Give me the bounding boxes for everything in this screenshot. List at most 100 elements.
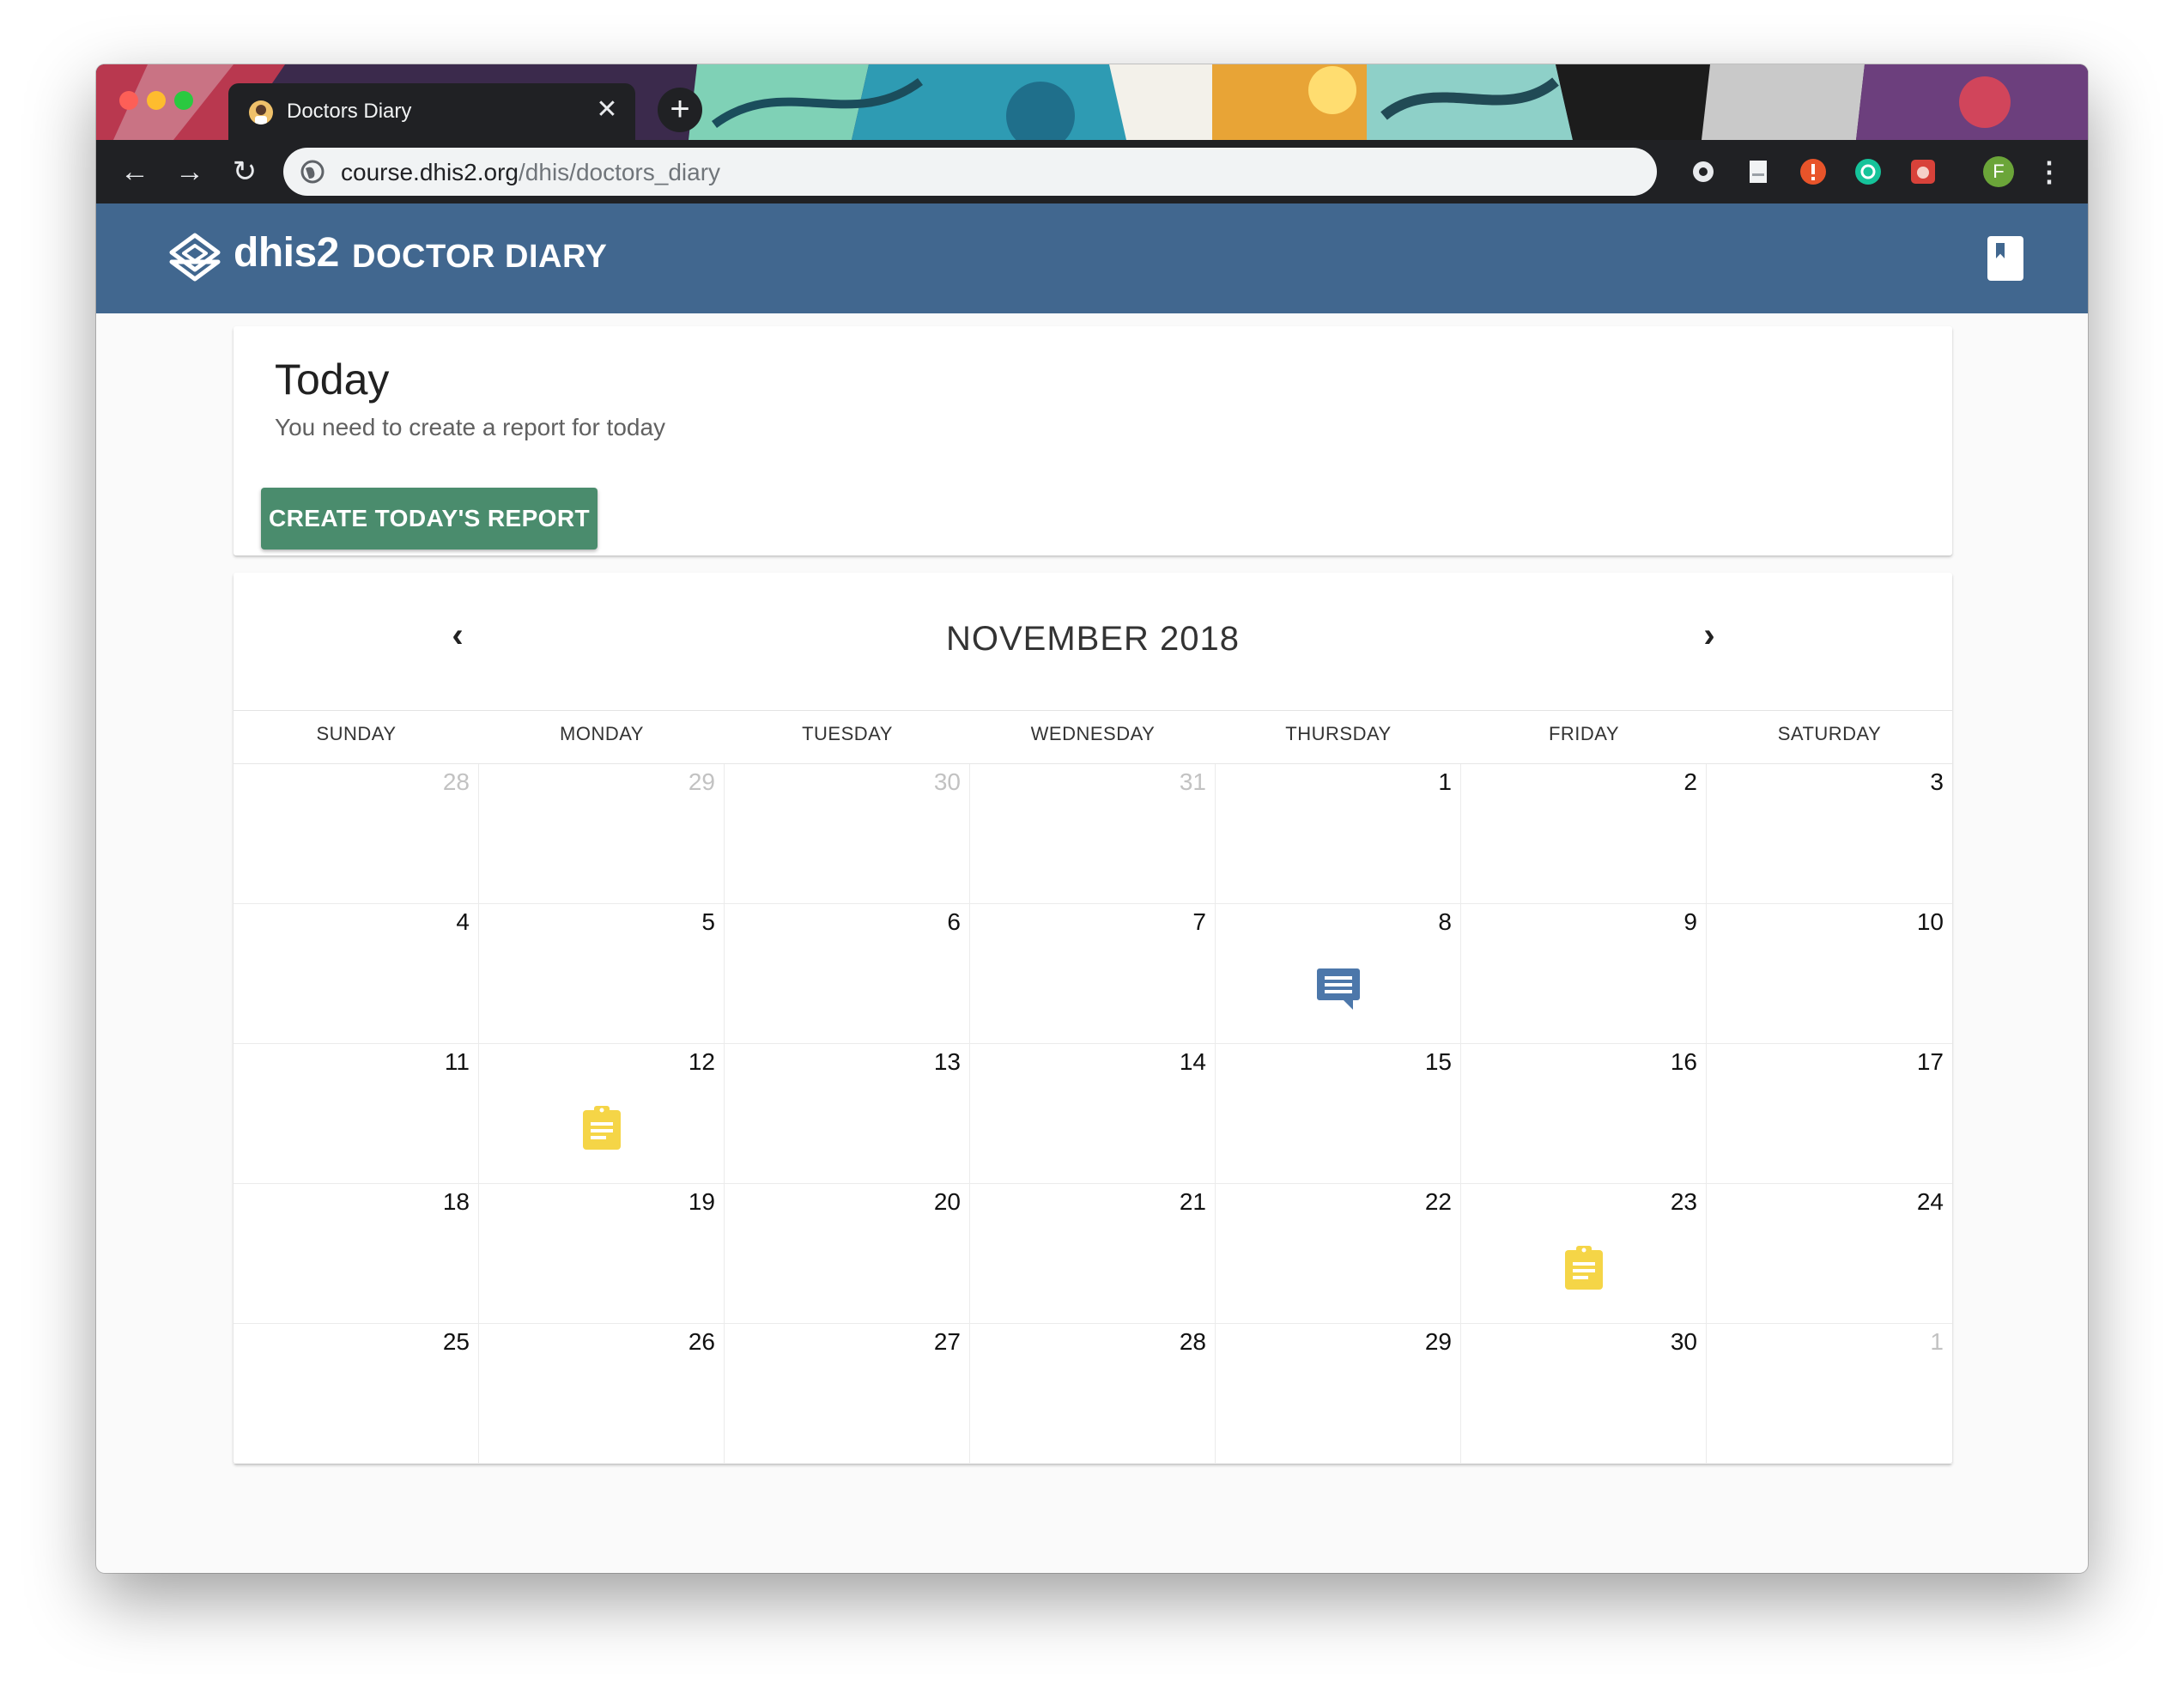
day-number: 1: [1438, 768, 1452, 795]
menu-icon[interactable]: ⋮: [2028, 150, 2071, 193]
day-number: 15: [1424, 1048, 1452, 1075]
weekday-tuesday: TUESDAY: [802, 723, 893, 744]
day-number: 10: [1916, 908, 1944, 935]
day-number: 19: [688, 1188, 715, 1215]
calendar-day-cell[interactable]: 1: [1216, 764, 1461, 904]
day-number: 28: [442, 768, 470, 795]
weekday-monday: MONDAY: [560, 723, 644, 744]
next-month-chevron-icon[interactable]: ›: [1690, 616, 1729, 655]
report-icon[interactable]: [579, 1105, 625, 1151]
day-number: 1: [1930, 1328, 1944, 1355]
weekday-saturday: SATURDAY: [1777, 723, 1882, 744]
gear-extension-icon[interactable]: [1690, 158, 1717, 185]
calendar-day-cell[interactable]: 7: [970, 904, 1216, 1044]
day-number: 4: [456, 908, 470, 935]
weekday-friday: FRIDAY: [1548, 723, 1620, 744]
tab-doctors-diary[interactable]: Doctors Diary ✕: [228, 83, 635, 140]
day-number: 21: [1179, 1188, 1206, 1215]
alert-extension-icon[interactable]: [1799, 158, 1827, 185]
day-number: 14: [1179, 1048, 1206, 1075]
url-domain: course.dhis2.org: [341, 159, 519, 185]
calendar-day-cell[interactable]: 22: [1216, 1184, 1461, 1324]
day-number: 25: [442, 1328, 470, 1355]
day-number: 28: [1179, 1328, 1206, 1355]
weekday-sunday: SUNDAY: [316, 723, 397, 744]
calendar-day-cell[interactable]: 4: [234, 904, 479, 1044]
day-number: 6: [947, 908, 961, 935]
create-todays-report-button[interactable]: CREATE TODAY'S REPORT: [261, 488, 598, 549]
today-subtitle: You need to create a report for today: [275, 414, 666, 440]
day-number: 5: [701, 908, 715, 935]
bug-extension-icon[interactable]: [1909, 158, 1937, 185]
calendar-day-cell[interactable]: 21: [970, 1184, 1216, 1324]
url-path: /dhis/doctors_diary: [519, 159, 721, 185]
calendar-day-cell[interactable]: 30: [725, 764, 970, 904]
day-number: 26: [688, 1328, 715, 1355]
calendar-day-cell[interactable]: 15: [1216, 1044, 1461, 1184]
address-bar[interactable]: course.dhis2.org/dhis/doctors_diary: [283, 148, 1657, 196]
brand-name: dhis2: [234, 230, 339, 276]
day-number: 30: [1670, 1328, 1697, 1355]
back-icon[interactable]: ←: [113, 150, 156, 193]
forward-icon[interactable]: →: [168, 150, 211, 193]
document-extension-icon[interactable]: [1744, 158, 1772, 185]
comment-icon[interactable]: [1315, 965, 1362, 1011]
calendar-day-cell[interactable]: 10: [1707, 904, 1952, 1044]
calendar-day-cell[interactable]: 13: [725, 1044, 970, 1184]
calendar-day-cell[interactable]: 26: [479, 1324, 725, 1464]
calendar-day-cell[interactable]: 19: [479, 1184, 725, 1324]
dhis2-logo-icon: [169, 233, 221, 282]
calendar-day-cell[interactable]: 17: [1707, 1044, 1952, 1184]
day-number: 2: [1684, 768, 1697, 795]
browser-toolbar: ← → ↻ course.dhis2.org/dhis/doctors_diar…: [96, 140, 2088, 203]
weekday-thursday: THURSDAY: [1285, 723, 1392, 744]
calendar-day-cell[interactable]: 27: [725, 1324, 970, 1464]
calendar-day-cell[interactable]: 14: [970, 1044, 1216, 1184]
calendar-day-cell[interactable]: 6: [725, 904, 970, 1044]
calendar-day-cell[interactable]: 9: [1461, 904, 1707, 1044]
day-number: 30: [933, 768, 961, 795]
calendar-day-cell[interactable]: 12: [479, 1044, 725, 1184]
day-number: 20: [933, 1188, 961, 1215]
url-text[interactable]: course.dhis2.org/dhis/doctors_diary: [341, 159, 720, 186]
grammarly-extension-icon[interactable]: [1854, 158, 1882, 185]
app-header: dhis2 DOCTOR DIARY: [96, 203, 2088, 313]
calendar-day-cell[interactable]: 28: [234, 764, 479, 904]
report-icon[interactable]: [1561, 1245, 1607, 1291]
reload-icon[interactable]: ↻: [223, 150, 266, 193]
calendar-day-cell[interactable]: 5: [479, 904, 725, 1044]
day-number: 22: [1424, 1188, 1452, 1215]
calendar-day-cell[interactable]: 18: [234, 1184, 479, 1324]
window-maximize-button[interactable]: [174, 91, 193, 110]
day-number: 13: [933, 1048, 961, 1075]
calendar-day-cell[interactable]: 24: [1707, 1184, 1952, 1324]
doctor-favicon-icon: [249, 100, 273, 124]
calendar-day-cell[interactable]: 25: [234, 1324, 479, 1464]
calendar-day-cell[interactable]: 11: [234, 1044, 479, 1184]
day-number: 18: [442, 1188, 470, 1215]
calendar-day-cell[interactable]: 30: [1461, 1324, 1707, 1464]
calendar-day-cell[interactable]: 2: [1461, 764, 1707, 904]
calendar-day-cell[interactable]: 3: [1707, 764, 1952, 904]
calendar-day-cell[interactable]: 29: [1216, 1324, 1461, 1464]
day-number: 9: [1684, 908, 1697, 935]
calendar-day-cell[interactable]: 8: [1216, 904, 1461, 1044]
calendar-day-cell[interactable]: 29: [479, 764, 725, 904]
calendar-day-cell[interactable]: 16: [1461, 1044, 1707, 1184]
calendar-day-cell[interactable]: 20: [725, 1184, 970, 1324]
calendar-divider: [234, 710, 1952, 711]
window-close-button[interactable]: [119, 91, 138, 110]
app-title: DOCTOR DIARY: [352, 239, 608, 275]
profile-avatar[interactable]: F: [1983, 156, 2014, 187]
calendar-day-cell[interactable]: 1: [1707, 1324, 1952, 1464]
calendar-day-cell[interactable]: 28: [970, 1324, 1216, 1464]
day-number: 29: [1424, 1328, 1452, 1355]
bookmark-book-icon[interactable]: [1987, 236, 2023, 281]
calendar-day-cell[interactable]: 31: [970, 764, 1216, 904]
globe-icon[interactable]: [300, 160, 325, 184]
tab-close-icon[interactable]: ✕: [592, 95, 622, 124]
weekday-header-row: SUNDAY MONDAY TUESDAY WEDNESDAY THURSDAY…: [234, 723, 1952, 757]
window-minimize-button[interactable]: [147, 91, 166, 110]
calendar-day-cell[interactable]: 23: [1461, 1184, 1707, 1324]
new-tab-button[interactable]: +: [658, 88, 702, 132]
